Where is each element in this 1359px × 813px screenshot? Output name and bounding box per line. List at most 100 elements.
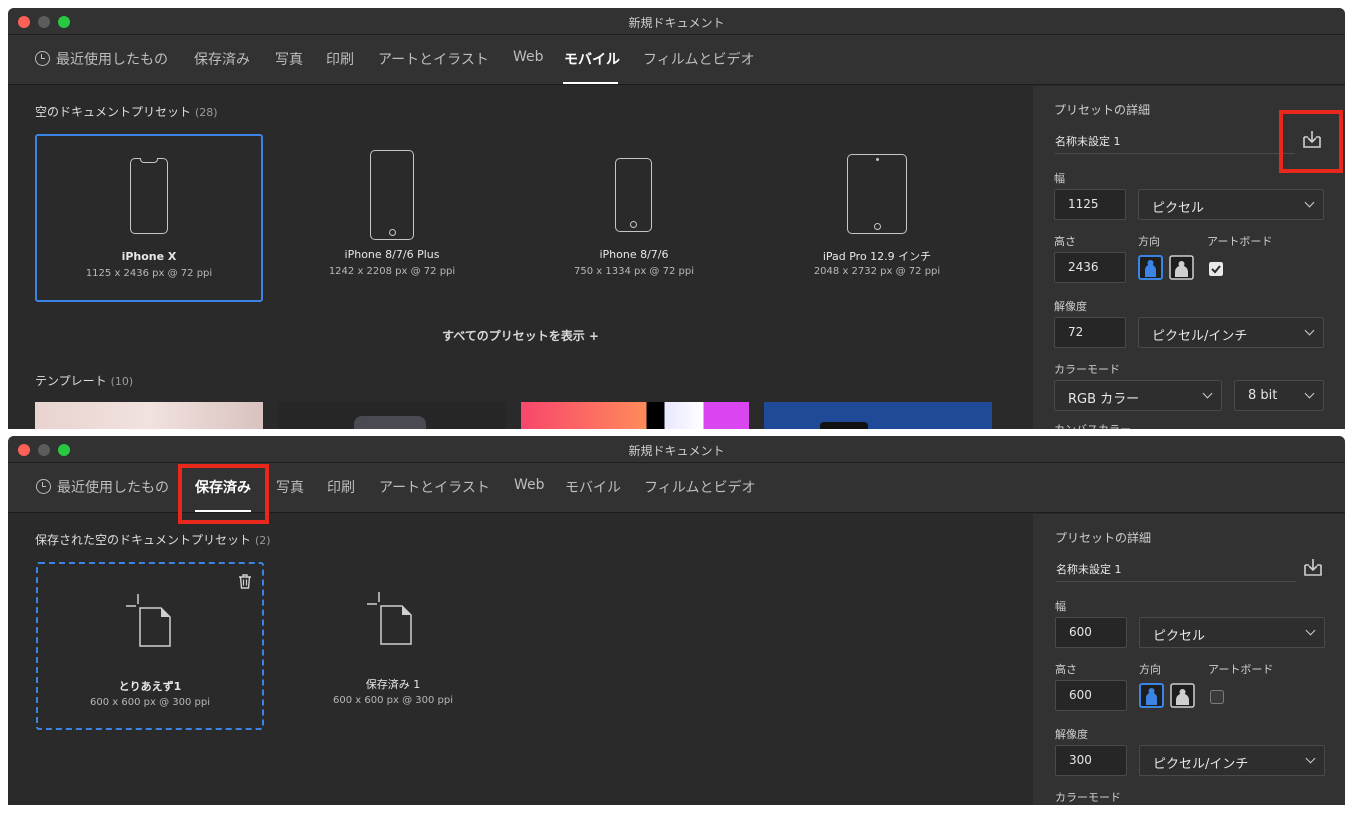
- saved-presets-heading: 保存された空のドキュメントプリセット (2): [35, 531, 271, 548]
- width-label: 幅: [1055, 600, 1066, 613]
- tab-print[interactable]: 印刷: [326, 49, 354, 69]
- preset-name-field[interactable]: 名称未設定 1: [1056, 557, 1296, 582]
- artboard-checkbox[interactable]: [1210, 690, 1224, 704]
- template-thumbnail[interactable]: [35, 402, 263, 429]
- iphone-x-icon: [130, 158, 168, 234]
- preset-size: 1125 x 2436 px @ 72 ppi: [85, 268, 213, 279]
- width-input[interactable]: 600: [1055, 617, 1127, 648]
- preset-name: 保存済み 1: [365, 678, 421, 691]
- section-title: 保存された空のドキュメントプリセット: [35, 533, 252, 547]
- section-title: 空のドキュメントプリセット: [35, 105, 192, 119]
- tab-film-video[interactable]: フィルムとビデオ: [643, 49, 754, 69]
- preset-size: 2048 x 2732 px @ 72 ppi: [813, 266, 941, 277]
- color-mode-label: カラーモード: [1054, 363, 1120, 376]
- active-tab-indicator: [563, 82, 618, 84]
- iphone-icon: [615, 158, 652, 232]
- bit-depth-select[interactable]: 8 bit: [1234, 380, 1324, 411]
- templates-heading: テンプレート (10): [35, 372, 133, 389]
- preset-area: 空のドキュメントプリセット (28) iPhone X 1125 x 2436 p…: [8, 86, 1033, 429]
- orientation-label: 方向: [1139, 663, 1161, 676]
- tab-recent[interactable]: 最近使用したもの: [36, 477, 169, 497]
- tab-web[interactable]: Web: [514, 477, 545, 493]
- new-document-icon: [367, 592, 412, 645]
- color-mode-select[interactable]: RGB カラー: [1054, 380, 1222, 411]
- tab-saved[interactable]: 保存済み: [194, 49, 250, 69]
- new-document-icon: [126, 594, 171, 647]
- chevron-down-icon: [1304, 325, 1315, 336]
- tab-art-illustration[interactable]: アートとイラスト: [379, 477, 490, 497]
- tab-recent[interactable]: 最近使用したもの: [35, 49, 168, 69]
- section-count: (28): [195, 106, 218, 119]
- preset-area: 保存された空のドキュメントプリセット (2) とりあえず1 600 x 600 p…: [8, 514, 1033, 805]
- save-preset-icon[interactable]: [1302, 556, 1324, 578]
- clock-icon: [35, 51, 50, 66]
- preset-name: とりあえず1: [118, 680, 182, 693]
- show-all-presets-link[interactable]: すべてのプリセットを表示 +: [8, 327, 1033, 344]
- width-unit-select[interactable]: ピクセル: [1138, 189, 1324, 220]
- tab-mobile[interactable]: モバイル: [565, 477, 621, 497]
- tab-label: 最近使用したもの: [56, 52, 168, 68]
- select-value: ピクセル: [1153, 629, 1206, 644]
- preset-card-iphone-plus[interactable]: iPhone 8/7/6 Plus 1242 x 2208 px @ 72 pp…: [278, 134, 506, 302]
- height-input[interactable]: 600: [1055, 680, 1127, 711]
- preset-name: iPad Pro 12.9 インチ: [822, 250, 932, 263]
- resolution-unit-select[interactable]: ピクセル/インチ: [1138, 317, 1324, 348]
- select-value: ピクセル: [1152, 201, 1205, 216]
- ipad-icon: [847, 154, 907, 234]
- tab-label: 最近使用したもの: [57, 480, 169, 496]
- landscape-orientation-icon[interactable]: [1170, 683, 1195, 708]
- landscape-orientation-icon[interactable]: [1169, 255, 1194, 280]
- template-thumbnail[interactable]: [278, 402, 506, 429]
- select-value: 8 bit: [1248, 388, 1278, 403]
- height-label: 高さ: [1054, 235, 1076, 248]
- clock-icon: [36, 479, 51, 494]
- tab-film-video[interactable]: フィルムとビデオ: [644, 477, 755, 497]
- template-thumbnail[interactable]: [521, 402, 749, 429]
- new-document-window-mobile: 新規ドキュメント 最近使用したもの 保存済み 写真 印刷 アートとイラスト We…: [8, 8, 1345, 429]
- saved-preset-card-saved1[interactable]: 保存済み 1 600 x 600 px @ 300 ppi: [279, 562, 507, 730]
- new-document-window-saved: 新規ドキュメント 最近使用したもの 保存済み 写真 印刷 アートとイラスト We…: [8, 436, 1345, 805]
- color-mode-label: カラーモード: [1055, 791, 1121, 804]
- preset-name-field[interactable]: 名称未設定 1: [1055, 129, 1295, 154]
- width-label: 幅: [1054, 172, 1065, 185]
- width-unit-select[interactable]: ピクセル: [1139, 617, 1325, 648]
- width-input[interactable]: 1125: [1054, 189, 1126, 220]
- tab-mobile[interactable]: モバイル: [564, 49, 620, 69]
- chevron-down-icon: [1305, 753, 1316, 764]
- preset-size: 600 x 600 px @ 300 ppi: [90, 697, 210, 708]
- portrait-orientation-icon[interactable]: [1139, 683, 1164, 708]
- resolution-input[interactable]: 300: [1055, 745, 1127, 776]
- template-thumbnail[interactable]: [764, 402, 992, 429]
- tab-art-illustration[interactable]: アートとイラスト: [378, 49, 489, 69]
- artboard-checkbox[interactable]: [1209, 262, 1223, 276]
- portrait-orientation-icon[interactable]: [1138, 255, 1163, 280]
- title-bar: 新規ドキュメント: [8, 8, 1345, 35]
- window-title: 新規ドキュメント: [628, 444, 725, 458]
- height-label: 高さ: [1055, 663, 1077, 676]
- tab-print[interactable]: 印刷: [327, 477, 355, 497]
- tab-photo[interactable]: 写真: [275, 49, 303, 69]
- resolution-label: 解像度: [1054, 300, 1087, 313]
- resolution-input[interactable]: 72: [1054, 317, 1126, 348]
- category-tab-bar: 最近使用したもの 保存済み 写真 印刷 アートとイラスト Web モバイル フィ…: [8, 35, 1345, 85]
- preset-name: iPhone 8/7/6 Plus: [344, 248, 440, 261]
- resolution-unit-select[interactable]: ピクセル/インチ: [1139, 745, 1325, 776]
- orientation-label: 方向: [1138, 235, 1160, 248]
- preset-size: 1242 x 2208 px @ 72 ppi: [328, 266, 456, 277]
- preset-card-iphone[interactable]: iPhone 8/7/6 750 x 1334 px @ 72 ppi: [520, 134, 748, 302]
- trash-icon[interactable]: [238, 574, 252, 589]
- preset-name: iPhone 8/7/6: [599, 248, 669, 261]
- tab-web[interactable]: Web: [513, 49, 544, 65]
- preset-card-ipad-pro[interactable]: iPad Pro 12.9 インチ 2048 x 2732 px @ 72 pp…: [763, 134, 991, 302]
- canvas-color-label: カンバスカラー: [1054, 421, 1131, 429]
- height-input[interactable]: 2436: [1054, 252, 1126, 283]
- select-value: ピクセル/インチ: [1152, 329, 1248, 344]
- preset-card-iphone-x[interactable]: iPhone X 1125 x 2436 px @ 72 ppi: [35, 134, 263, 302]
- iphone-plus-icon: [370, 150, 414, 240]
- blank-presets-heading: 空のドキュメントプリセット (28): [35, 103, 218, 120]
- panel-title: プリセットの詳細: [1054, 103, 1151, 117]
- tab-photo[interactable]: 写真: [276, 477, 304, 497]
- preset-name: iPhone X: [121, 250, 177, 263]
- select-value: ピクセル/インチ: [1153, 757, 1249, 772]
- saved-preset-card-toriaezu[interactable]: とりあえず1 600 x 600 px @ 300 ppi: [36, 562, 264, 730]
